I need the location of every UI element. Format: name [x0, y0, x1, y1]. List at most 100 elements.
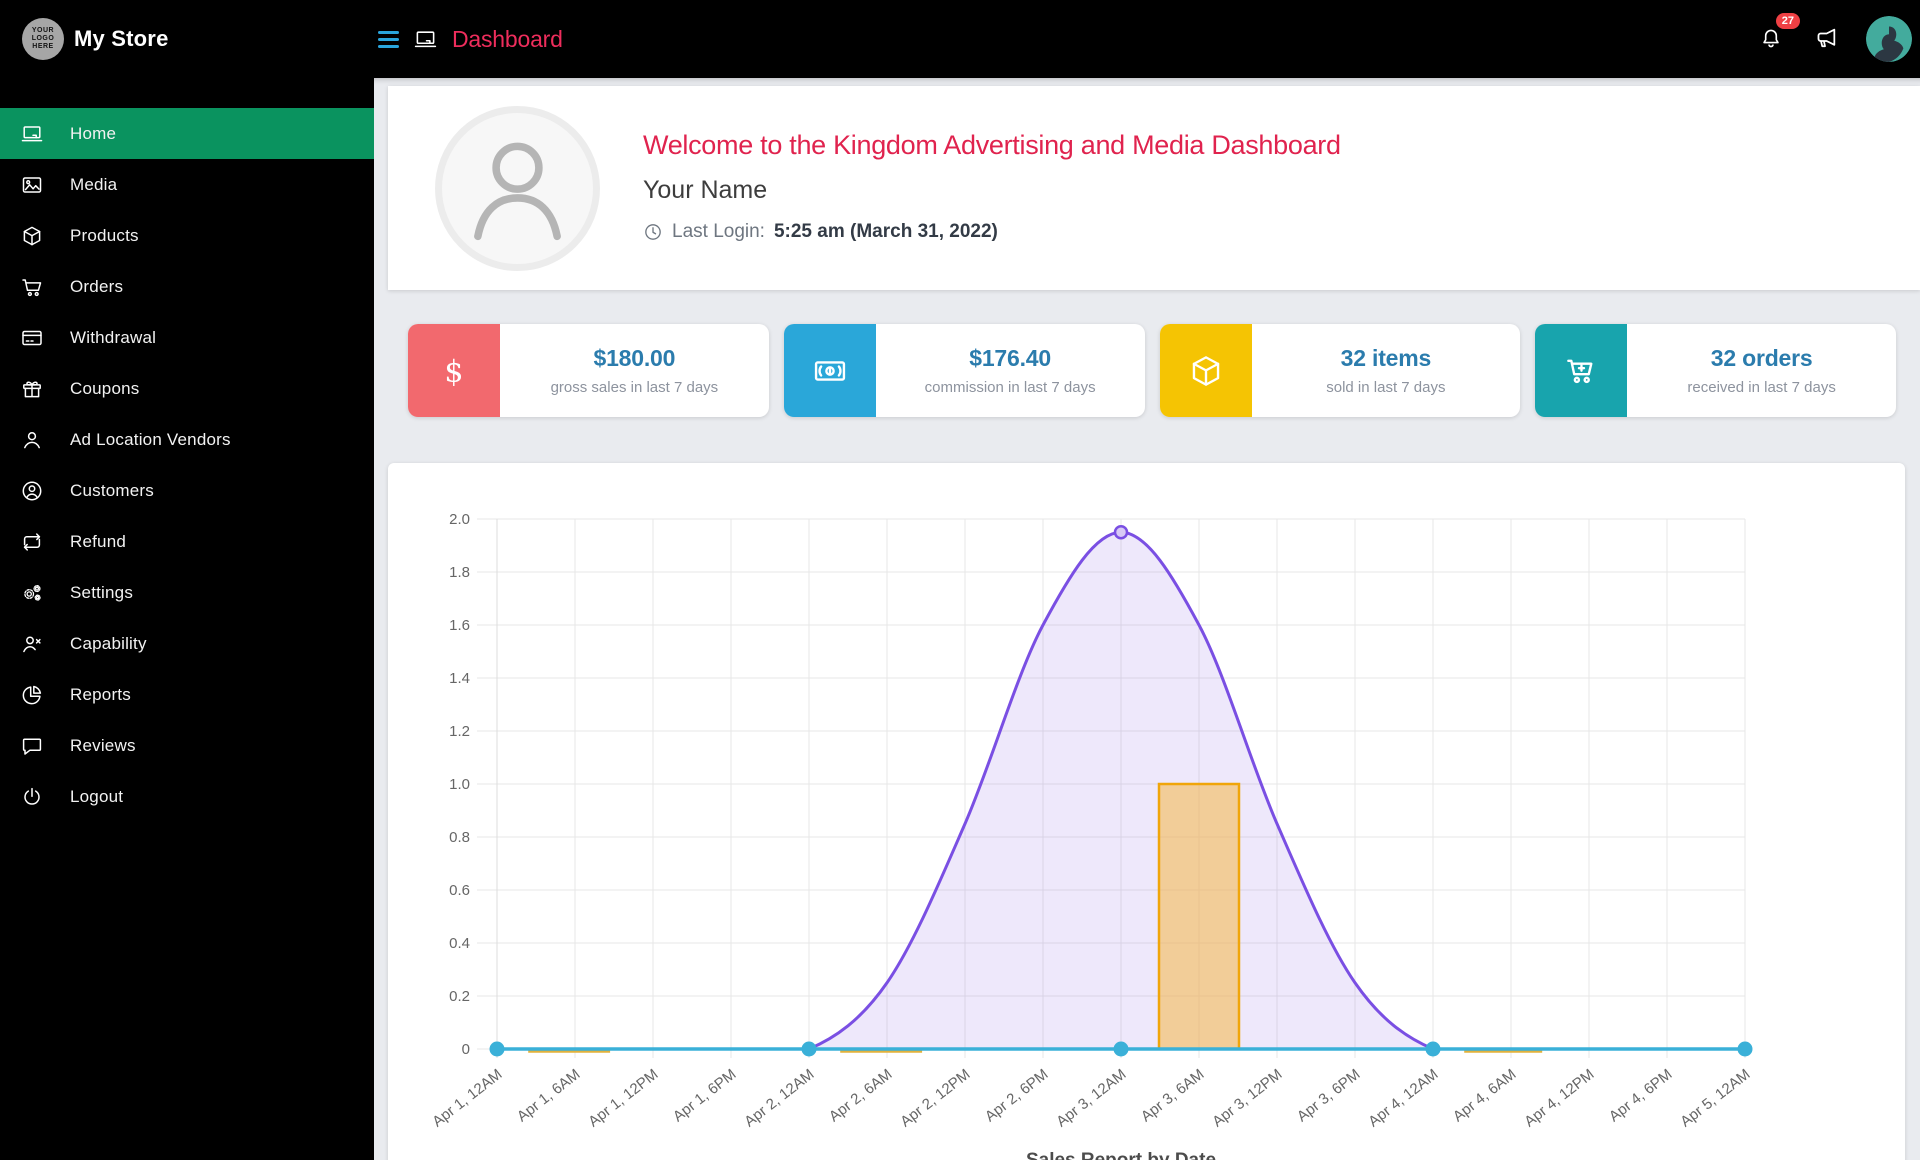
- cart-plus-icon: [1562, 352, 1600, 390]
- sales-chart-card: 2.0 1.8 1.6 1.4 1.2 1.0 0.8 0.6 0.4 0.2 0 Apr 1, 12…: [388, 463, 1905, 1160]
- sidebar-item-products[interactable]: Products: [0, 210, 374, 261]
- svg-text:0.6: 0.6: [449, 882, 470, 899]
- bell-icon: [1758, 26, 1784, 52]
- store-logo-text: HERE: [32, 43, 54, 50]
- clock-icon: [643, 222, 663, 242]
- svg-text:1.0: 1.0: [449, 776, 470, 793]
- svg-text:0.4: 0.4: [449, 935, 470, 952]
- profile-avatar-placeholder: [435, 106, 600, 271]
- cart-icon: [20, 275, 44, 299]
- svg-text:Apr 2, 6AM: Apr 2, 6AM: [826, 1066, 896, 1126]
- sidebar-item-label: Refund: [70, 531, 127, 551]
- pie-chart-icon: [20, 683, 44, 707]
- sidebar-item-label: Orders: [70, 276, 124, 296]
- gears-icon: [20, 581, 44, 605]
- svg-text:Apr 4, 12AM: Apr 4, 12AM: [1365, 1066, 1441, 1131]
- svg-text:1.2: 1.2: [449, 723, 470, 740]
- stat-label: sold in last 7 days: [1326, 379, 1446, 396]
- menu-toggle-button[interactable]: [378, 30, 399, 48]
- sidebar-item-ad-location-vendors[interactable]: Ad Location Vendors: [0, 414, 374, 465]
- svg-text:Sales Report by Date: Sales Report by Date: [1026, 1150, 1216, 1160]
- sidebar-item-orders[interactable]: Orders: [0, 261, 374, 312]
- stat-label: commission in last 7 days: [924, 379, 1096, 396]
- store-logo[interactable]: YOUR LOGO HERE: [22, 18, 64, 60]
- svg-text:Apr 3, 6PM: Apr 3, 6PM: [1294, 1066, 1364, 1126]
- svg-text:Apr 4, 6AM: Apr 4, 6AM: [1450, 1066, 1520, 1126]
- megaphone-icon[interactable]: [1811, 25, 1839, 53]
- user-circle-icon: [20, 479, 44, 503]
- svg-text:1.6: 1.6: [449, 617, 470, 634]
- sidebar-item-logout[interactable]: Logout: [0, 771, 374, 822]
- sidebar-item-media[interactable]: Media: [0, 159, 374, 210]
- svg-text:$: $: [444, 354, 463, 389]
- stat-card-received: 32 orders received in last 7 days: [1535, 324, 1896, 417]
- sidebar-item-reports[interactable]: Reports: [0, 669, 374, 720]
- main-content: Welcome to the Kingdom Advertising and M…: [374, 78, 1920, 1160]
- sidebar-item-label: Settings: [70, 582, 134, 602]
- last-login-label: Last Login:: [672, 221, 765, 242]
- sidebar-item-label: Media: [70, 174, 118, 194]
- welcome-card: Welcome to the Kingdom Advertising and M…: [388, 86, 1920, 290]
- sidebar-item-label: Capability: [70, 633, 147, 653]
- stat-value: 32 items: [1340, 345, 1432, 371]
- notifications-button[interactable]: 27: [1758, 13, 1800, 52]
- svg-text:0.8: 0.8: [449, 829, 470, 846]
- sidebar-item-withdrawal[interactable]: Withdrawal: [0, 312, 374, 363]
- sidebar-item-label: Ad Location Vendors: [70, 429, 231, 449]
- sidebar-item-coupons[interactable]: Coupons: [0, 363, 374, 414]
- svg-text:0: 0: [462, 1041, 470, 1058]
- store-logo-text: LOGO: [31, 35, 55, 42]
- sidebar-item-label: Coupons: [70, 378, 140, 398]
- svg-text:Apr 2, 12AM: Apr 2, 12AM: [741, 1066, 817, 1131]
- topbar-nav: Dashboard: [378, 0, 563, 78]
- stat-value: $176.40: [969, 345, 1051, 371]
- sidebar-item-label: Home: [70, 123, 117, 143]
- stat-card-sold: 32 items sold in last 7 days: [1159, 324, 1521, 417]
- svg-text:1.8: 1.8: [449, 564, 470, 581]
- user-icon: [20, 428, 44, 452]
- sidebar-item-reviews[interactable]: Reviews: [0, 720, 374, 771]
- dollar-icon: $: [435, 352, 473, 390]
- chat-icon: [20, 734, 44, 758]
- stat-icon-box: [1535, 324, 1628, 417]
- sidebar-item-capability[interactable]: Capability: [0, 618, 374, 669]
- sidebar-item-customers[interactable]: Customers: [0, 465, 374, 516]
- stat-value: 32 orders: [1710, 345, 1813, 371]
- nav-dashboard-link[interactable]: Dashboard: [452, 26, 563, 53]
- sidebar-item-label: Customers: [70, 480, 154, 500]
- laptop-icon: [20, 122, 44, 146]
- power-icon: [20, 785, 44, 809]
- sidebar-item-home[interactable]: Home: [0, 108, 374, 159]
- user-name: Your Name: [643, 176, 768, 204]
- sidebar-item-label: Products: [70, 225, 139, 245]
- cube-icon: [1187, 352, 1225, 390]
- svg-text:Apr 2, 6PM: Apr 2, 6PM: [982, 1066, 1052, 1126]
- svg-text:Apr 4, 6PM: Apr 4, 6PM: [1606, 1066, 1676, 1126]
- user-avatar[interactable]: [1866, 16, 1912, 62]
- stat-card-gross: $ $180.00 gross sales in last 7 days: [408, 324, 769, 417]
- stat-label: gross sales in last 7 days: [550, 379, 719, 396]
- credit-card-icon: [20, 326, 44, 350]
- svg-text:Apr 4, 12PM: Apr 4, 12PM: [1521, 1066, 1597, 1131]
- svg-text:Apr 5, 12AM: Apr 5, 12AM: [1677, 1066, 1753, 1131]
- last-login-value: 5:25 am (March 31, 2022): [773, 221, 998, 242]
- svg-text:Apr 1, 12AM: Apr 1, 12AM: [429, 1066, 505, 1131]
- sidebar-menu: Home Media Products Orders Withdrawal Coupons…: [0, 108, 374, 822]
- svg-text:Apr 1, 12PM: Apr 1, 12PM: [585, 1066, 661, 1131]
- store-name: My Store: [74, 26, 169, 51]
- stat-card-commission: $176.40 commission in last 7 days: [783, 324, 1145, 417]
- sidebar-item-label: Withdrawal: [70, 327, 157, 347]
- dashboard-icon: [413, 27, 438, 52]
- person-icon: [442, 113, 593, 264]
- svg-text:Apr 3, 12AM: Apr 3, 12AM: [1053, 1066, 1129, 1131]
- stat-label: received in last 7 days: [1687, 379, 1836, 396]
- svg-text:Apr 1, 6PM: Apr 1, 6PM: [670, 1066, 740, 1126]
- gift-icon: [20, 377, 44, 401]
- sidebar-item-settings[interactable]: Settings: [0, 567, 374, 618]
- svg-text:Apr 3, 12PM: Apr 3, 12PM: [1209, 1066, 1285, 1131]
- svg-text:2.0: 2.0: [449, 511, 470, 528]
- refund-icon: [20, 530, 44, 554]
- svg-text:Apr 1, 6AM: Apr 1, 6AM: [514, 1066, 584, 1126]
- store-logo-text: YOUR: [31, 27, 55, 34]
- sidebar-item-refund[interactable]: Refund: [0, 516, 374, 567]
